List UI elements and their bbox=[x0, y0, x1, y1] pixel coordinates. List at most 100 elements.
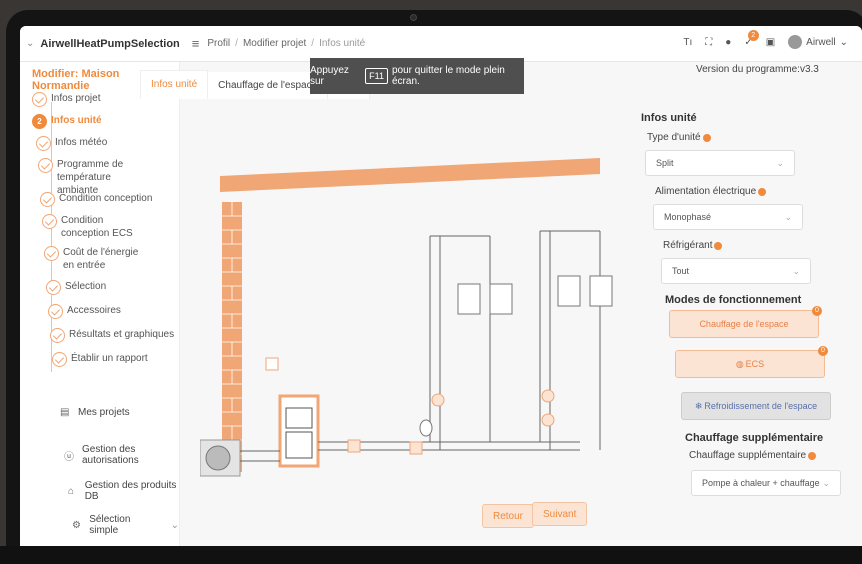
mixing-valve-icon bbox=[409, 441, 423, 455]
chevron-down-icon: ⌄ bbox=[822, 477, 830, 488]
avatar bbox=[788, 35, 803, 49]
check-icon bbox=[52, 352, 67, 367]
supp-heating-value: Pompe à chaleur + chauffage (fourni par … bbox=[702, 478, 822, 488]
banner-text-before: Appuyez sur bbox=[310, 65, 349, 87]
power-label: Alimentation électrique bbox=[655, 186, 767, 197]
step-item[interactable]: Résultats et graphiques bbox=[50, 328, 174, 343]
step-label: Résultats et graphiques bbox=[69, 329, 175, 340]
check-icon bbox=[32, 92, 47, 107]
breadcrumb-profile[interactable]: Profil bbox=[207, 38, 230, 49]
info-icon bbox=[714, 241, 723, 250]
user-menu[interactable]: Airwell ⌄ bbox=[788, 35, 848, 49]
gear-icon: ⚙ bbox=[72, 519, 81, 531]
laptop-hinge bbox=[0, 546, 862, 564]
panel-title: Infos unité bbox=[641, 112, 697, 124]
thermostat-icon bbox=[431, 393, 445, 407]
mode-badge: 0 bbox=[812, 306, 822, 316]
refrigerant-value: Tout bbox=[672, 266, 690, 276]
back-button[interactable]: Retour bbox=[482, 504, 535, 528]
nav-simple-selection[interactable]: ⚙ Sélection simple ⌄ bbox=[72, 514, 179, 536]
step-item[interactable]: Coût de l'énergie en entrée bbox=[44, 246, 144, 272]
user-icon: ⓤ bbox=[64, 451, 74, 463]
unit-type-label-text: Type d'unité bbox=[647, 132, 701, 143]
check-icon bbox=[38, 158, 53, 173]
mode-badge: 0 bbox=[818, 346, 828, 356]
supp-heating-select[interactable]: Pompe à chaleur + chauffage (fourni par … bbox=[691, 470, 841, 496]
chevron-down-icon: ⌄ bbox=[792, 265, 800, 276]
step-item[interactable]: Condition conception ECS bbox=[42, 214, 142, 240]
step-label: Infos unité bbox=[51, 115, 102, 126]
document-icon: ▤ bbox=[60, 407, 70, 418]
top-right-tools: Tı ⛶ ● ✓ 2 ▣ Airwell ⌄ bbox=[683, 29, 848, 49]
info-icon bbox=[758, 187, 767, 196]
radiator-left bbox=[457, 283, 513, 315]
fullscreen-icon[interactable]: ⛶ bbox=[705, 37, 712, 48]
pump-icon bbox=[541, 413, 555, 427]
hydraulic-diagram bbox=[200, 158, 613, 477]
breadcrumb-edit-project[interactable]: Modifier projet bbox=[243, 38, 306, 49]
unit-type-value: Split bbox=[656, 158, 674, 168]
hamburger-icon[interactable]: ≡ bbox=[192, 36, 200, 51]
nav-label: Mes projets bbox=[78, 407, 130, 418]
chevron-down-icon: ⌄ bbox=[170, 519, 179, 531]
mode-space-heating-label: Chauffage de l'espace bbox=[699, 319, 789, 329]
unit-type-select[interactable]: Split ⌄ bbox=[645, 150, 795, 176]
supp-heating-label-text: Chauffage supplémentaire bbox=[689, 450, 807, 461]
sidebar: Modifier: Maison Normandie Infos projet … bbox=[20, 62, 180, 546]
step-item[interactable]: Condition conception bbox=[40, 192, 152, 207]
thermostat-icon bbox=[541, 389, 555, 403]
tab-unit-info[interactable]: Infos unité bbox=[140, 70, 209, 99]
app-title: AirwellHeatPumpSelection bbox=[40, 37, 180, 50]
program-version: Version du programme:v3.3 bbox=[696, 64, 819, 75]
github-icon[interactable]: ● bbox=[725, 37, 731, 48]
power-value: Monophasé bbox=[664, 212, 712, 222]
step-item[interactable]: Sélection bbox=[46, 280, 106, 295]
step-label: Établir un rapport bbox=[71, 353, 148, 364]
notification-icon[interactable]: ✓ 2 bbox=[744, 29, 759, 48]
supp-heating-title: Chauffage supplémentaire bbox=[685, 432, 824, 444]
power-select[interactable]: Monophasé ⌄ bbox=[653, 204, 803, 230]
step-item[interactable]: Accessoires bbox=[48, 304, 121, 319]
next-button[interactable]: Suivant bbox=[532, 502, 588, 526]
chevron-down-icon: ⌄ bbox=[776, 157, 784, 168]
info-icon bbox=[808, 451, 817, 460]
mode-space-heating-button[interactable]: Chauffage de l'espace 0 bbox=[669, 306, 822, 338]
power-label-text: Alimentation électrique bbox=[655, 186, 757, 197]
step-label: Condition conception bbox=[59, 193, 153, 204]
collapse-icon[interactable]: ⌄ bbox=[26, 38, 34, 49]
nav-label: Sélection simple bbox=[89, 514, 131, 536]
mode-cooling-label: Refroidissement de l'espace bbox=[704, 401, 818, 411]
nav-my-projects[interactable]: ▤ Mes projets bbox=[60, 407, 130, 418]
mode-dhw-button[interactable]: ◍ ECS 0 bbox=[675, 346, 828, 378]
step-label: Coût de l'énergie en entrée bbox=[63, 247, 139, 271]
step-item-active[interactable]: 2 Infos unité bbox=[32, 114, 102, 129]
step-label: Accessoires bbox=[67, 305, 121, 316]
layout-icon[interactable]: ▣ bbox=[766, 37, 775, 48]
supp-heating-label: Chauffage supplémentaire bbox=[689, 450, 817, 461]
snowflake-icon: ❄ bbox=[694, 400, 703, 411]
user-name: Airwell bbox=[806, 36, 836, 48]
step-number: 2 bbox=[32, 114, 47, 129]
check-icon bbox=[40, 192, 55, 207]
step-label: Condition conception ECS bbox=[61, 215, 133, 239]
modes-title: Modes de fonctionnement bbox=[665, 294, 802, 306]
drop-icon: ◍ bbox=[735, 358, 744, 369]
check-icon bbox=[36, 136, 51, 151]
nav-label: Gestion des produits DB bbox=[84, 480, 177, 502]
translate-icon[interactable]: Tı bbox=[683, 37, 692, 48]
mode-cooling-button[interactable]: ❄ Refroidissement de l'espace bbox=[681, 392, 831, 420]
step-item[interactable]: Infos météo bbox=[36, 136, 107, 151]
nav-permissions[interactable]: ⓤ Gestion des autorisations bbox=[64, 444, 179, 466]
refrigerant-select[interactable]: Tout ⌄ bbox=[661, 258, 811, 284]
notification-badge: 2 bbox=[747, 29, 759, 41]
app-screen: ⌄ AirwellHeatPumpSelection ≡ Profil / Mo… bbox=[20, 26, 862, 546]
step-item[interactable]: Infos projet bbox=[32, 92, 100, 107]
valve-icon bbox=[347, 439, 361, 453]
roof bbox=[220, 158, 600, 192]
nav-products-db[interactable]: ⌂ Gestion des produits DB bbox=[68, 480, 179, 502]
top-bar: ⌄ AirwellHeatPumpSelection ≡ Profil / Mo… bbox=[20, 26, 862, 62]
step-label: Infos météo bbox=[55, 137, 108, 148]
step-label: Sélection bbox=[65, 281, 107, 292]
step-item[interactable]: Établir un rapport bbox=[52, 352, 148, 367]
refrigerant-label: Réfrigérant bbox=[663, 240, 723, 251]
